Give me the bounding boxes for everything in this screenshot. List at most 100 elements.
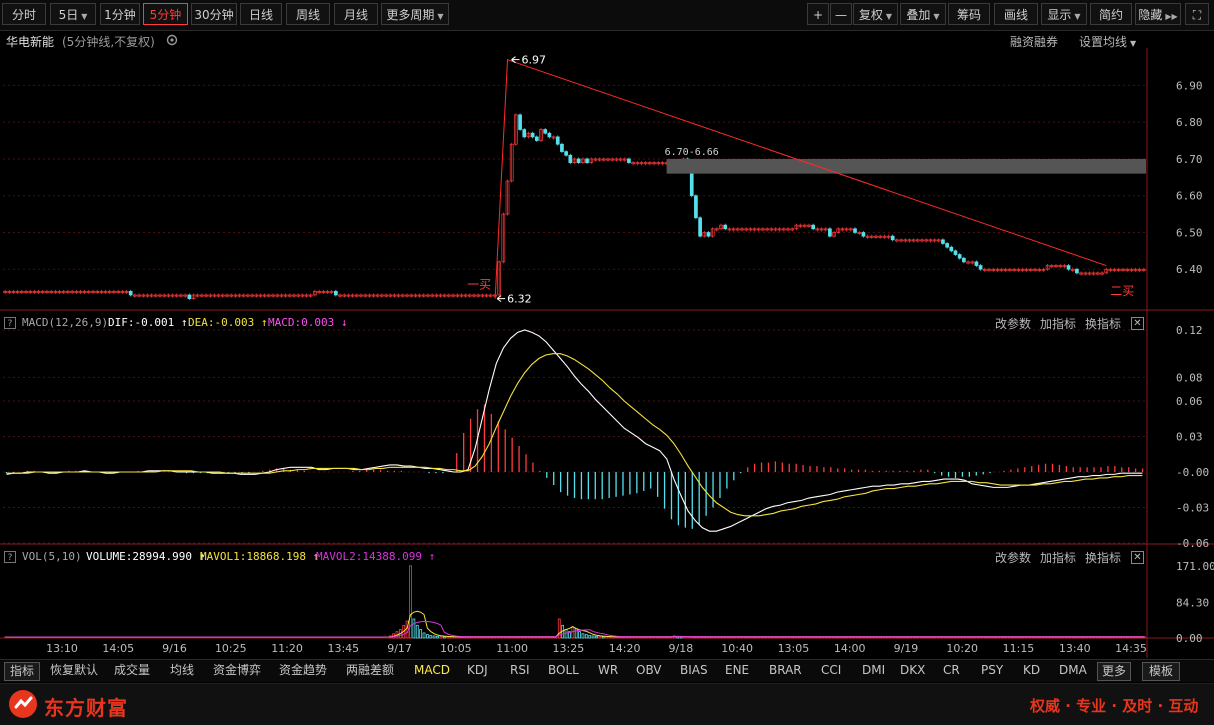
candle xyxy=(560,143,564,152)
add-indicator-link[interactable]: 加指标 xyxy=(1040,315,1076,332)
indicator-tab[interactable]: KDJ xyxy=(467,662,488,679)
period-label: 更多周期 xyxy=(386,8,435,22)
hide-button[interactable]: 隐藏 ▶▶ xyxy=(1135,3,1181,25)
indicator-tab[interactable]: BRAR xyxy=(769,662,802,679)
close-icon[interactable]: ✕ xyxy=(1131,317,1144,330)
volume-label: VOLUME:28994.990 xyxy=(86,550,192,563)
volume-bar xyxy=(574,628,578,639)
indicator-tab[interactable]: DKX xyxy=(900,662,925,679)
indicator-tab[interactable]: CCI xyxy=(821,662,841,679)
indicator-tab[interactable]: BOLL xyxy=(548,662,579,679)
mavol2-label: MAVOL2:14388.099 xyxy=(316,550,422,563)
x-tick-label: 10:20 xyxy=(946,642,978,655)
candle xyxy=(828,228,832,237)
zone-label: 6.70-6.66 xyxy=(665,147,719,158)
y-tick-label: 171.00 xyxy=(1176,560,1214,573)
help-icon[interactable]: ? xyxy=(4,317,16,329)
indicator-tab[interactable]: 指标 xyxy=(4,662,40,681)
display-dropdown[interactable]: 显示 ▼ xyxy=(1041,3,1087,25)
more-periods-dropdown[interactable]: 更多周期 ▼ xyxy=(381,3,449,25)
arrow-up-icon: ↑ xyxy=(260,316,268,329)
indicator-tab[interactable]: 均线 xyxy=(170,662,194,679)
volume-bar xyxy=(436,635,439,639)
buy-signal-1: 一买 xyxy=(467,278,491,292)
edit-params-link[interactable]: 改参数 xyxy=(995,549,1031,566)
volume-bar xyxy=(419,629,423,639)
zoom-out-button[interactable]: — xyxy=(830,3,852,25)
tool-label: 显示 xyxy=(1047,8,1072,22)
zoom-in-button[interactable]: + xyxy=(807,3,829,25)
mavol1-value: MAVOL1:18868.198 ↑ xyxy=(200,550,319,563)
volume-panel xyxy=(4,565,1146,639)
period-tab-30min[interactable]: 30分钟 xyxy=(191,3,237,25)
candle xyxy=(1075,268,1079,274)
period-tab-fenshi[interactable]: 分时 xyxy=(2,3,46,25)
indicator-tab[interactable]: 更多 xyxy=(1097,662,1131,681)
indicator-tab[interactable]: ENE xyxy=(725,662,749,679)
volume-bar xyxy=(598,635,602,639)
indicator-tab[interactable]: PSY xyxy=(981,662,1003,679)
volume-bar xyxy=(581,633,585,639)
edit-params-link[interactable]: 改参数 xyxy=(995,315,1031,332)
candle xyxy=(723,224,728,230)
indicator-tab[interactable]: 两融差额 xyxy=(346,662,394,679)
volume-bar xyxy=(595,635,598,639)
indicator-tab[interactable]: 资金趋势 xyxy=(279,662,327,679)
switch-indicator-link[interactable]: 换指标 xyxy=(1085,315,1121,332)
period-tab-daily[interactable]: 日线 xyxy=(240,3,282,25)
close-icon[interactable]: ✕ xyxy=(1131,551,1144,564)
overlay-dropdown[interactable]: 叠加 ▼ xyxy=(900,3,946,25)
trend-line xyxy=(494,58,1107,299)
indicator-tab[interactable]: 成交量 xyxy=(114,662,150,679)
indicator-tab[interactable]: KD xyxy=(1023,662,1040,679)
help-icon[interactable]: ? xyxy=(4,551,16,563)
gear-icon[interactable] xyxy=(165,33,179,47)
buy-signal-2: 二买 xyxy=(1110,284,1134,298)
macd-label: MACD:0.003 xyxy=(268,316,335,329)
dif-label: DIF:-0.001 xyxy=(108,316,175,329)
candle xyxy=(522,129,527,138)
indicator-tab[interactable]: RSI xyxy=(510,662,530,679)
indicator-tab[interactable]: 资金博弈 xyxy=(213,662,261,679)
switch-indicator-link[interactable]: 换指标 xyxy=(1085,549,1121,566)
indicator-tabs: 指标 恢复默认 成交量 均线 资金博弈 资金趋势 两融差额 MACD KDJ RSI BOLL WR O… xyxy=(0,659,1214,682)
indicator-tab[interactable]: CR xyxy=(943,662,960,679)
x-tick-label: 14:00 xyxy=(834,642,866,655)
tool-label: 叠加 xyxy=(906,8,931,22)
candle xyxy=(564,151,568,156)
candle xyxy=(547,132,552,138)
low-price-label: 6.32 xyxy=(507,293,531,306)
period-tab-5min[interactable]: 5分钟 xyxy=(143,3,188,25)
period-tab-monthly[interactable]: 月线 xyxy=(334,3,378,25)
indicator-tab[interactable]: BIAS xyxy=(680,662,708,679)
period-tab-weekly[interactable]: 周线 xyxy=(286,3,330,25)
adjust-dropdown[interactable]: 复权 ▼ xyxy=(853,3,898,25)
period-tab-1min[interactable]: 1分钟 xyxy=(100,3,140,25)
candle xyxy=(811,224,815,230)
indicator-tab[interactable]: 恢复默认 xyxy=(50,662,98,679)
simple-mode-button[interactable]: 简约 xyxy=(1090,3,1132,25)
price-panel: 6.97 6.32 6.70-6.66 一买 二买 xyxy=(3,54,1146,306)
indicator-tab[interactable]: 模板 xyxy=(1142,662,1180,681)
x-tick-label: 14:35 xyxy=(1115,642,1147,655)
indicator-tab[interactable]: DMI xyxy=(862,662,885,679)
volume-bar xyxy=(415,624,419,639)
arrow-up-icon: ↑ xyxy=(180,316,188,329)
candle xyxy=(689,169,694,197)
x-tick-label: 9/16 xyxy=(162,642,187,655)
fullscreen-button[interactable]: ⛶ xyxy=(1185,3,1209,25)
candle xyxy=(861,232,866,237)
draw-line-button[interactable]: 画线 xyxy=(994,3,1038,25)
chevron-down-icon: ▼ xyxy=(933,12,940,21)
chips-button[interactable]: 筹码 xyxy=(948,3,990,25)
tool-label: 画线 xyxy=(1003,8,1028,22)
period-tab-5day[interactable]: 5日 ▼ xyxy=(50,3,96,25)
indicator-tab[interactable]: OBV xyxy=(636,662,662,679)
volume-bar xyxy=(601,636,605,639)
add-indicator-link[interactable]: 加指标 xyxy=(1040,549,1076,566)
x-tick-label: 10:25 xyxy=(215,642,247,655)
indicator-tab[interactable]: WR xyxy=(598,662,618,679)
indicator-tab[interactable]: MACD xyxy=(414,662,450,679)
candle xyxy=(698,217,702,237)
indicator-tab[interactable]: DMA xyxy=(1059,662,1087,679)
